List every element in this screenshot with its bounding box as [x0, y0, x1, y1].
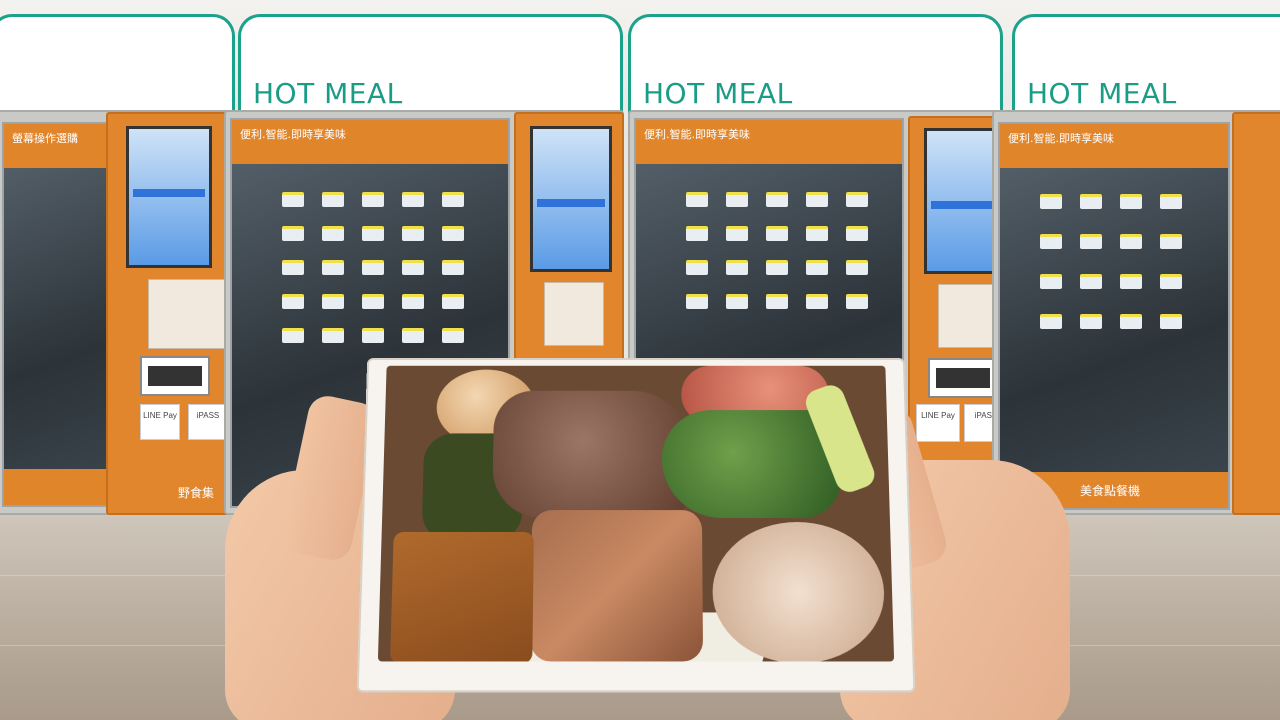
sign-text: HOT MEAL: [253, 77, 403, 110]
machine-header: 便利.智能.即時享美味: [1000, 124, 1228, 168]
fish-cake: [712, 522, 887, 662]
payment-terminal[interactable]: [938, 284, 998, 348]
payment-terminal[interactable]: [148, 279, 228, 349]
line-pay-logo: LINE Pay: [140, 404, 180, 440]
card-slot[interactable]: [140, 356, 210, 396]
pork-belly: [530, 510, 704, 662]
hot-meal-sign-1: HOT MEAL: [238, 14, 623, 114]
kiosk-panel-partial: [1232, 112, 1280, 515]
vending-machine-left: 螢幕操作選購 LINE Pay iPASS 野食集: [0, 110, 254, 515]
bento-contents: [377, 365, 895, 662]
screen-ui-bar: [537, 199, 605, 207]
scene: HOT MEAL HOT MEAL HOT MEAL 螢幕操作選購 LINE P…: [0, 0, 1280, 720]
card-slot[interactable]: [928, 358, 998, 398]
ipass-logo: iPASS: [188, 404, 228, 440]
machine-header: 便利.智能.即時享美味: [232, 120, 508, 164]
hot-meal-sign-3: HOT MEAL: [1012, 14, 1280, 114]
payment-terminal[interactable]: [544, 282, 604, 346]
sign-text: HOT MEAL: [1027, 77, 1177, 110]
hot-meal-sign-2: HOT MEAL: [628, 14, 1003, 114]
braised-tofu: [390, 531, 534, 662]
vending-machine-right: 便利.智能.即時享美味 美食點餐機: [992, 110, 1280, 515]
brand-label: 野食集: [178, 486, 215, 500]
line-pay-logo: LINE Pay: [916, 404, 960, 442]
machine-header: 便利.智能.即時享美味: [636, 120, 902, 164]
bento-box: [356, 358, 916, 693]
touch-screen[interactable]: [530, 126, 612, 272]
sign-text: HOT MEAL: [643, 77, 793, 110]
screen-ui-bar: [133, 189, 205, 197]
glass-door: 便利.智能.即時享美味 美食點餐機: [998, 122, 1230, 510]
bottom-band-text: 美食點餐機: [1080, 484, 1141, 498]
shelf: [242, 192, 498, 207]
hot-meal-sign-partial: [0, 14, 235, 114]
touch-screen[interactable]: [126, 126, 212, 268]
